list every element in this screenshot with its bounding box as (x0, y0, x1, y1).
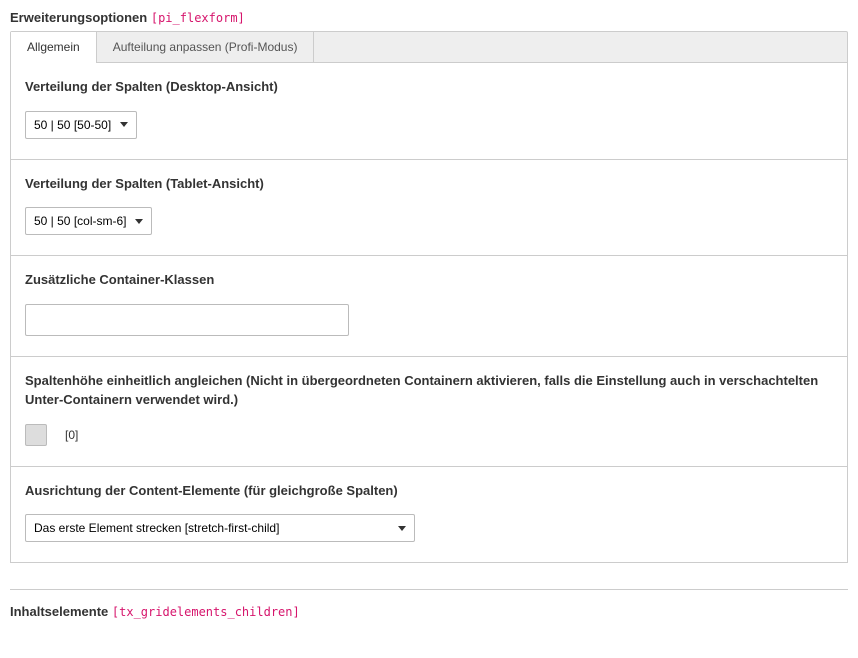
field-equal-height-label: Spaltenhöhe einheitlich angleichen (Nich… (25, 371, 833, 410)
field-content-align: Ausrichtung der Content-Elemente (für gl… (11, 467, 847, 563)
content-elements-title: Inhaltselemente (10, 604, 108, 619)
field-desktop-columns: Verteilung der Spalten (Desktop-Ansicht)… (11, 63, 847, 160)
field-desktop-columns-select[interactable]: 50 | 50 [50-50] (25, 111, 137, 139)
content-elements-tech-label: [tx_gridelements_children] (112, 605, 300, 619)
tab-general[interactable]: Allgemein (11, 32, 97, 62)
tab-panel-general: Verteilung der Spalten (Desktop-Ansicht)… (10, 63, 848, 563)
field-content-align-select[interactable]: Das erste Element strecken [stretch-firs… (25, 514, 415, 542)
field-equal-height-value-display: [0] (65, 428, 78, 442)
content-elements-header: Inhaltselemente [tx_gridelements_childre… (10, 604, 848, 619)
extension-options-tech-label: [pi_flexform] (151, 11, 245, 25)
tab-advanced[interactable]: Aufteilung anpassen (Profi-Modus) (97, 32, 315, 62)
field-equal-height-checkbox[interactable] (25, 424, 47, 446)
extension-options-header: Erweiterungsoptionen [pi_flexform] (10, 10, 848, 25)
field-container-classes: Zusätzliche Container-Klassen (11, 256, 847, 357)
content-elements-section: Inhaltselemente [tx_gridelements_childre… (10, 589, 848, 619)
field-tablet-columns-select[interactable]: 50 | 50 [col-sm-6] (25, 207, 152, 235)
field-tablet-columns-label: Verteilung der Spalten (Tablet-Ansicht) (25, 174, 833, 194)
field-desktop-columns-label: Verteilung der Spalten (Desktop-Ansicht) (25, 77, 833, 97)
field-container-classes-label: Zusätzliche Container-Klassen (25, 270, 833, 290)
field-equal-height: Spaltenhöhe einheitlich angleichen (Nich… (11, 357, 847, 467)
field-container-classes-input[interactable] (25, 304, 349, 336)
field-content-align-label: Ausrichtung der Content-Elemente (für gl… (25, 481, 833, 501)
field-tablet-columns: Verteilung der Spalten (Tablet-Ansicht) … (11, 160, 847, 257)
extension-options-title: Erweiterungsoptionen (10, 10, 147, 25)
tabs: Allgemein Aufteilung anpassen (Profi-Mod… (10, 31, 848, 63)
